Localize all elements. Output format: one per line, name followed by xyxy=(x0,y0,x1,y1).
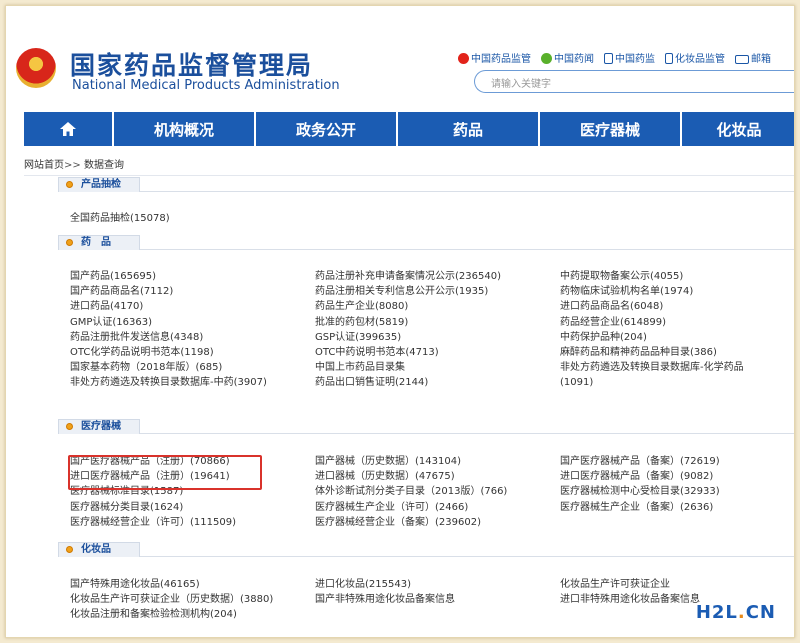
section-header-drugs: 药 品 xyxy=(58,235,794,250)
top-link-cosmetics[interactable]: 化妆品监管 xyxy=(665,50,725,65)
query-link[interactable]: 药品注册批件发送信息(4348) xyxy=(70,332,203,344)
section-tab: 药 品 xyxy=(58,235,140,250)
query-link[interactable]: 国家基本药物（2018年版）(685) xyxy=(70,362,222,374)
section-header-product-sampling: 产品抽检 xyxy=(58,177,794,192)
breadcrumb-home[interactable]: 网站首页 xyxy=(24,160,64,171)
nav-item-about[interactable]: 机构概况 xyxy=(112,112,254,146)
query-link[interactable]: (1091) xyxy=(560,377,593,389)
query-link[interactable]: 非处方药遴选及转换目录数据库-化学药品 xyxy=(560,362,744,374)
site-title[interactable]: 国家药品监督管理局 xyxy=(70,46,313,82)
highlight-box xyxy=(68,455,262,490)
phone-icon xyxy=(665,53,673,64)
bullet-icon xyxy=(66,546,73,553)
divider xyxy=(24,175,794,176)
weibo-icon xyxy=(458,53,469,64)
section-title: 化妆品 xyxy=(81,544,111,555)
nav-home[interactable] xyxy=(24,112,112,146)
query-link[interactable]: 进口器械（历史数据）(47675) xyxy=(315,471,455,483)
wechat-icon xyxy=(541,53,552,64)
national-emblem-icon xyxy=(16,48,56,88)
query-link[interactable]: 医疗器械生产企业（许可）(2466) xyxy=(315,502,468,514)
query-link[interactable]: GSP认证(399635) xyxy=(315,332,401,344)
breadcrumb: 网站首页>> 数据查询 xyxy=(24,156,124,171)
search-input[interactable]: 请输入关键字 xyxy=(474,70,794,93)
watermark: H2L.CN xyxy=(695,602,776,623)
query-link[interactable]: 全国药品抽检(15078) xyxy=(70,213,170,225)
query-link[interactable]: GMP认证(16363) xyxy=(70,317,152,329)
bullet-icon xyxy=(66,423,73,430)
query-link[interactable]: OTC化学药品说明书范本(1198) xyxy=(70,347,214,359)
site-subtitle: National Medical Products Administration xyxy=(72,78,340,93)
mail-icon xyxy=(735,55,749,64)
top-links: 中国药品监管 中国药闻 中国药监 化妆品监管 邮箱 xyxy=(458,50,771,65)
query-link[interactable]: 进口药品商品名(6048) xyxy=(560,301,663,313)
query-link[interactable]: 药品注册相关专利信息公开公示(1935) xyxy=(315,286,488,298)
query-link[interactable]: 进口非特殊用途化妆品备案信息 xyxy=(560,594,700,606)
query-link[interactable]: 国产特殊用途化妆品(46165) xyxy=(70,579,200,591)
section-title: 药 品 xyxy=(81,237,111,248)
nav-item-gov-affairs[interactable]: 政务公开 xyxy=(254,112,396,146)
query-link[interactable]: 麻醉药品和精神药品品种目录(386) xyxy=(560,347,717,359)
query-link[interactable]: 医疗器械经营企业（备案）(239602) xyxy=(315,517,481,529)
nav-item-drugs[interactable]: 药品 xyxy=(396,112,538,146)
query-link[interactable]: 中药保护品种(204) xyxy=(560,332,647,344)
query-link[interactable]: 化妆品注册和备案检验检测机构(204) xyxy=(70,609,237,621)
query-link[interactable]: 药物临床试验机构名单(1974) xyxy=(560,286,693,298)
query-link[interactable]: 国产非特殊用途化妆品备案信息 xyxy=(315,594,455,606)
query-link[interactable]: OTC中药说明书范本(4713) xyxy=(315,347,439,359)
query-link[interactable]: 中药提取物备案公示(4055) xyxy=(560,271,683,283)
query-link[interactable]: 中国上市药品目录集 xyxy=(315,362,405,374)
section-header-medical-devices: 医疗器械 xyxy=(58,419,794,434)
nav-item-devices[interactable]: 医疗器械 xyxy=(538,112,680,146)
section-tab: 化妆品 xyxy=(58,542,140,557)
section-title: 产品抽检 xyxy=(81,179,121,190)
browser-frame: 国家药品监督管理局 National Medical Products Admi… xyxy=(5,5,795,638)
query-link[interactable]: 药品生产企业(8080) xyxy=(315,301,408,313)
top-link-wechat[interactable]: 中国药闻 xyxy=(541,50,594,65)
section-tab: 产品抽检 xyxy=(58,177,140,192)
top-link-mail[interactable]: 邮箱 xyxy=(735,50,771,65)
bullet-icon xyxy=(66,239,73,246)
query-link[interactable]: 医疗器械检测中心受检目录(32933) xyxy=(560,486,720,498)
query-link[interactable]: 国产医疗器械产品（备案）(72619) xyxy=(560,456,720,468)
query-link[interactable]: 药品出口销售证明(2144) xyxy=(315,377,428,389)
section-tab: 医疗器械 xyxy=(58,419,140,434)
query-link[interactable]: 国产药品(165695) xyxy=(70,271,156,283)
query-link[interactable]: 批准的药包材(5819) xyxy=(315,317,408,329)
breadcrumb-separator: >> xyxy=(64,160,81,171)
query-link[interactable]: 化妆品生产许可获证企业 xyxy=(560,579,670,591)
query-link[interactable]: 进口药品(4170) xyxy=(70,301,143,313)
query-link[interactable]: 国产药品商品名(7112) xyxy=(70,286,173,298)
query-link[interactable]: 医疗器械生产企业（备案）(2636) xyxy=(560,502,713,514)
query-link[interactable]: 国产器械（历史数据）(143104) xyxy=(315,456,461,468)
section-title: 医疗器械 xyxy=(81,421,121,432)
breadcrumb-current: 数据查询 xyxy=(83,160,124,171)
query-link[interactable]: 医疗器械经营企业（许可）(111509) xyxy=(70,517,236,529)
query-link[interactable]: 医疗器械分类目录(1624) xyxy=(70,502,183,514)
query-link[interactable]: 进口化妆品(215543) xyxy=(315,579,411,591)
query-link[interactable]: 进口医疗器械产品（备案）(9082) xyxy=(560,471,713,483)
nav-item-cosmetics[interactable]: 化妆品 xyxy=(680,112,794,146)
main-nav: 机构概况 政务公开 药品 医疗器械 化妆品 xyxy=(24,112,794,146)
query-link[interactable]: 体外诊断试剂分类子目录（2013版）(766) xyxy=(315,486,507,498)
section-header-cosmetics: 化妆品 xyxy=(58,542,794,557)
query-link[interactable]: 化妆品生产许可获证企业（历史数据）(3880) xyxy=(70,594,273,606)
bullet-icon xyxy=(66,181,73,188)
query-link[interactable]: 药品经营企业(614899) xyxy=(560,317,666,329)
home-icon xyxy=(60,122,76,136)
top-link-weibo[interactable]: 中国药品监管 xyxy=(458,50,531,65)
mobile-icon xyxy=(604,53,613,64)
query-link[interactable]: 非处方药遴选及转换目录数据库-中药(3907) xyxy=(70,377,267,389)
top-link-mobile[interactable]: 中国药监 xyxy=(604,50,655,65)
query-link[interactable]: 药品注册补充申请备案情况公示(236540) xyxy=(315,271,501,283)
